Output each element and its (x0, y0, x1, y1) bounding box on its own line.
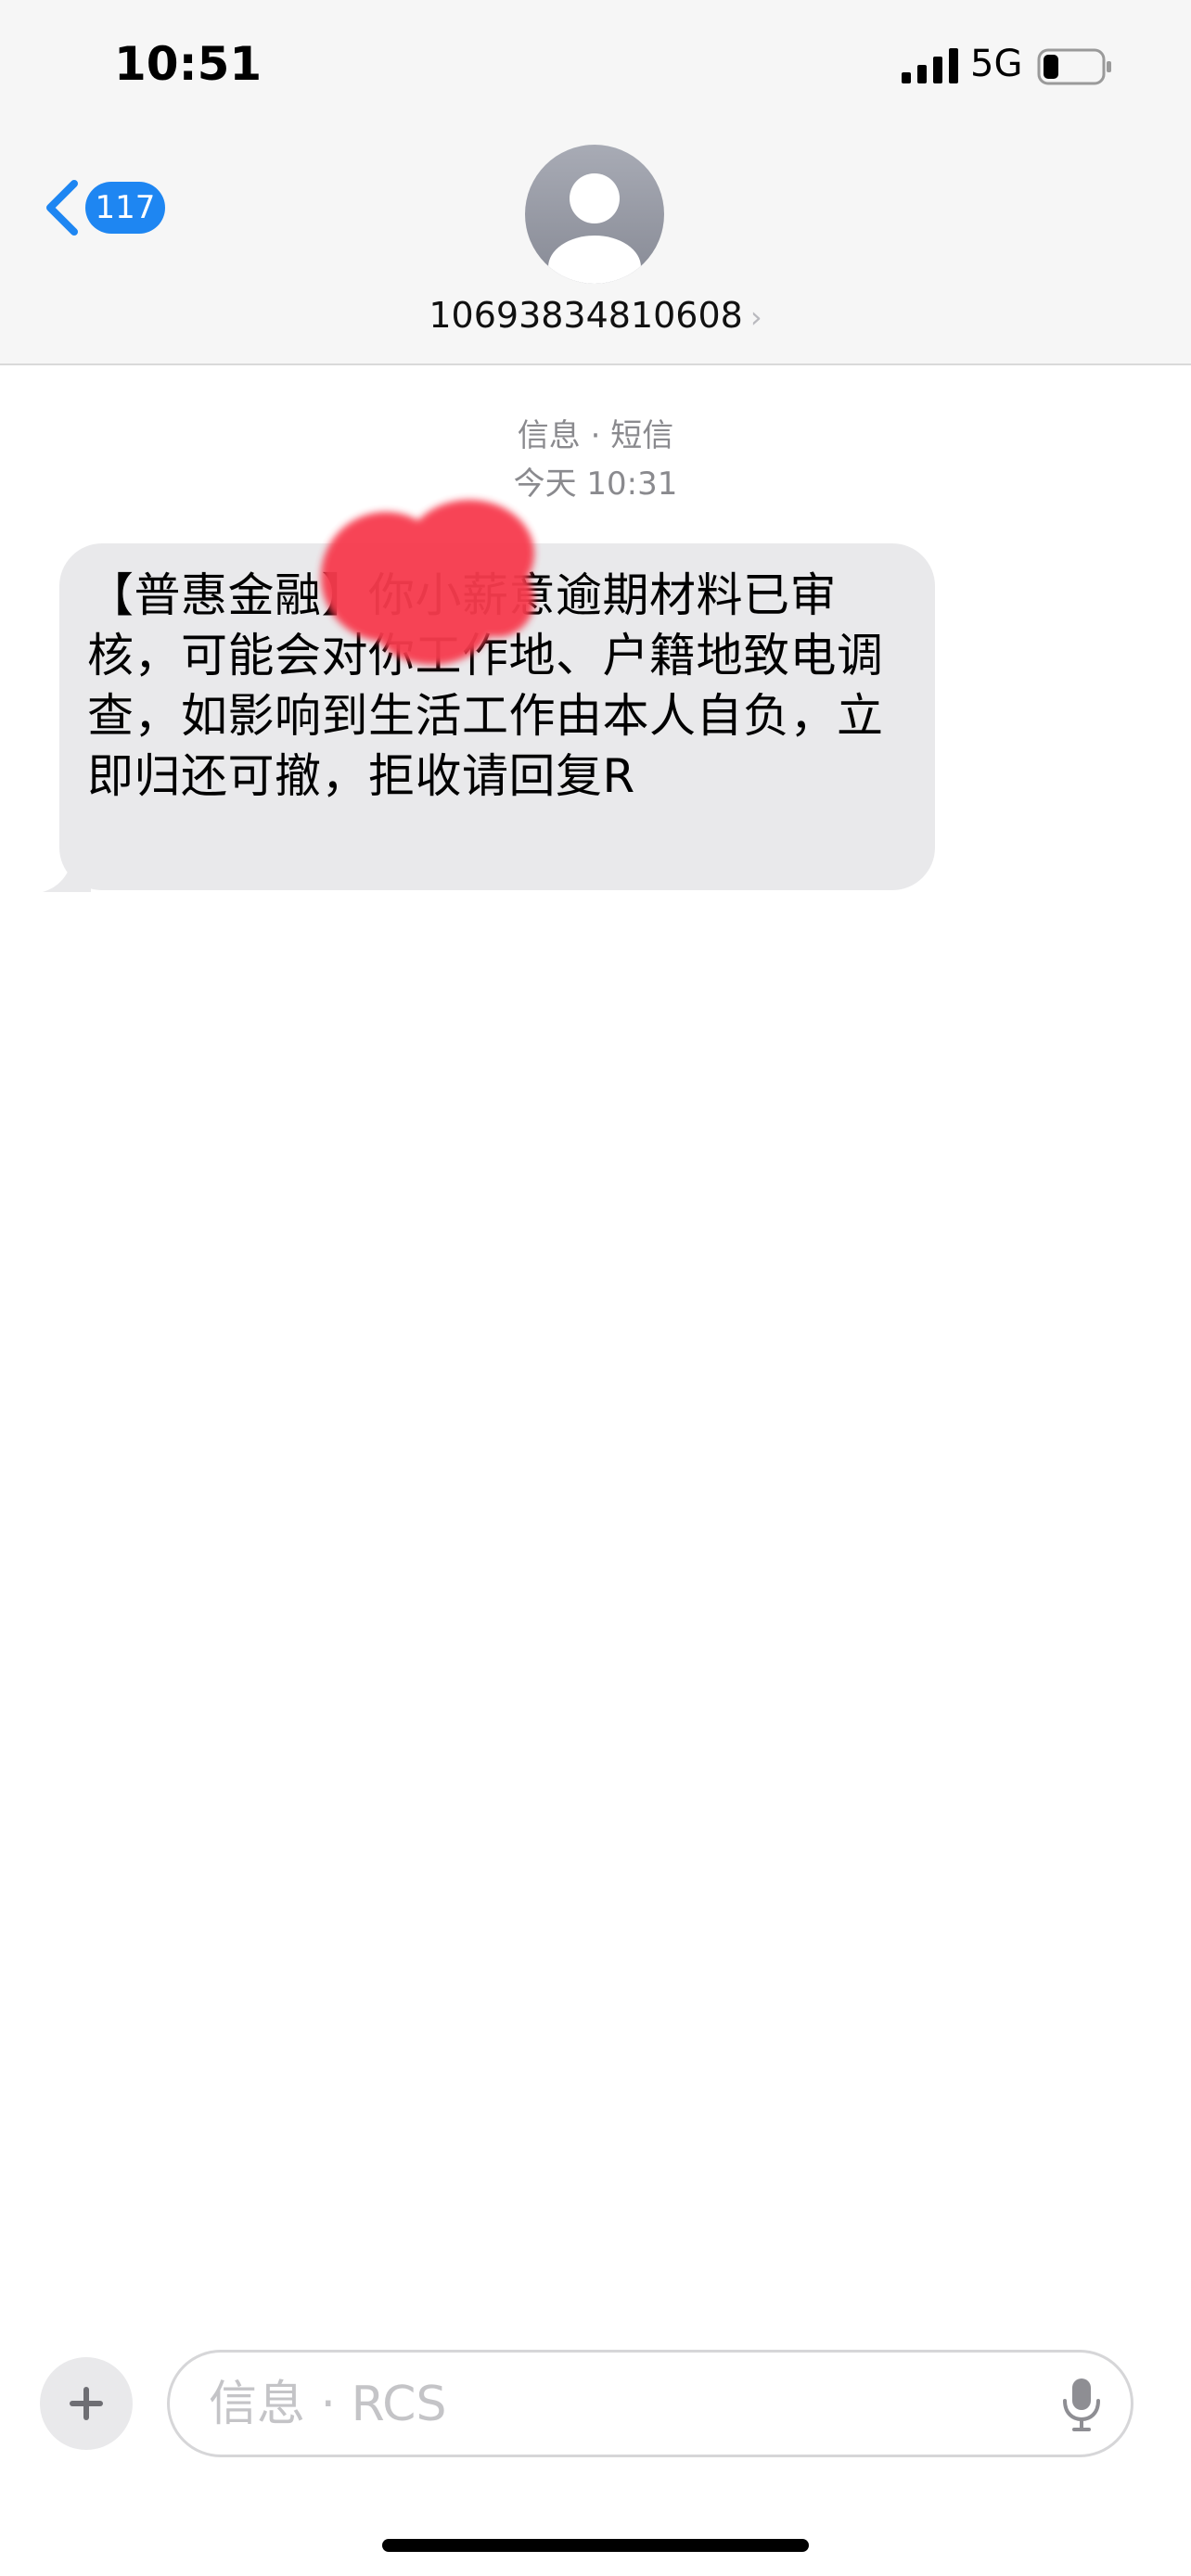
contact-number[interactable]: 10693834810608 › (315, 295, 876, 336)
back-unread-badge[interactable]: 117 (85, 182, 165, 234)
add-attachment-button[interactable] (40, 2357, 133, 2450)
conversation-header: 10:51 5G 117 10693834810608 › (0, 0, 1191, 365)
message-timestamp: 今天 10:31 (513, 465, 678, 503)
message-channel-label: 信息 · 短信 (517, 417, 674, 454)
network-type-label: 5G (970, 43, 1023, 85)
plus-icon (70, 2387, 103, 2420)
message-input[interactable] (207, 2353, 1027, 2456)
unread-count: 117 (95, 189, 156, 226)
status-time: 10:51 (114, 37, 263, 91)
incoming-message-bubble[interactable]: 【普惠金融】你小薪意逾期材料已审核，可能会对你工作地、户籍地致电调查，如影响到生… (59, 543, 935, 890)
chevron-right-icon: › (749, 300, 762, 335)
contact-number-text: 10693834810608 (429, 295, 743, 336)
message-text: 【普惠金融】你小薪意逾期材料已审核，可能会对你工作地、户籍地致电调查，如影响到生… (87, 568, 884, 803)
home-indicator (382, 2539, 809, 2552)
contact-avatar[interactable] (525, 145, 664, 284)
person-silhouette-icon (548, 173, 641, 284)
chevron-left-icon[interactable] (41, 178, 85, 237)
cellular-signal-icon (902, 48, 958, 83)
message-compose-field[interactable] (167, 2350, 1133, 2457)
microphone-icon[interactable] (1060, 2377, 1103, 2432)
battery-low-icon (1037, 48, 1111, 85)
